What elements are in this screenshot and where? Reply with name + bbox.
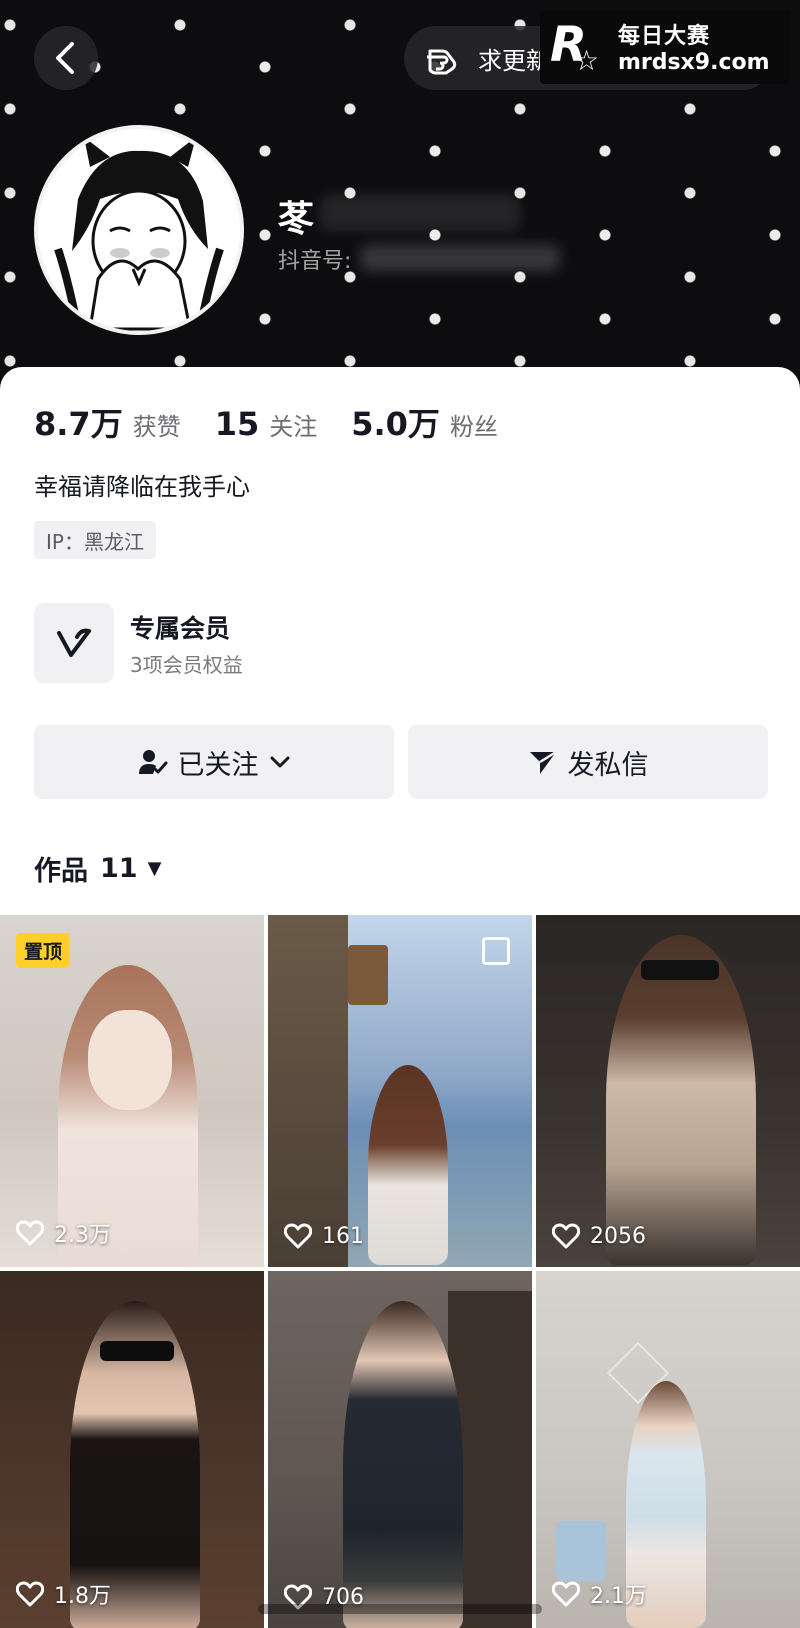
following-button-label: 已关注 — [177, 749, 259, 781]
stat-label: 粉丝 — [449, 413, 498, 441]
profile-card: 8.7万 获赞 15 关注 5.0万 粉丝 幸福请降临在我手心 IP：黑龙江 专… — [0, 367, 800, 920]
heart-icon — [16, 1581, 44, 1607]
video-thumbnail[interactable]: 706 — [268, 1271, 532, 1628]
works-tab[interactable]: 作品 11 ▼ — [34, 849, 161, 888]
like-count: 1.8万 — [16, 1578, 111, 1610]
membership-subtitle: 3项会员权益 — [130, 653, 243, 677]
avatar-illustration — [38, 129, 240, 331]
membership-title: 专属会员 — [130, 614, 231, 643]
video-thumbnail[interactable]: 2.1万 — [536, 1271, 800, 1628]
thumbnail-figure — [606, 935, 756, 1265]
caret-down-icon: ▼ — [147, 858, 162, 879]
send-message-label: 发私信 — [567, 749, 649, 781]
send-message-button[interactable]: 发私信 — [408, 725, 768, 799]
send-icon — [529, 750, 557, 774]
thumbnail-face — [88, 1010, 172, 1110]
user-check-icon — [138, 750, 167, 774]
bio-text: 幸福请降临在我手心 — [34, 473, 250, 501]
thumbnail-window-frame — [268, 915, 348, 1267]
thumbnail-figure — [368, 1065, 448, 1265]
stat-value: 15 — [214, 405, 260, 443]
like-count: 2056 — [552, 1223, 646, 1249]
nickname: 苳 — [278, 199, 315, 240]
multi-image-icon — [482, 937, 510, 965]
pinned-badge: 置顶 — [16, 933, 71, 968]
home-indicator[interactable] — [258, 1604, 542, 1614]
video-thumbnail[interactable]: 1.8万 — [0, 1271, 264, 1628]
watermark-url: mrdsx9.com — [618, 50, 770, 75]
douyin-id-label: 抖音号: — [278, 249, 352, 274]
like-count-value: 1.8万 — [54, 1584, 111, 1609]
watermark-text: 每日大赛 — [618, 24, 711, 49]
avatar[interactable] — [34, 125, 244, 335]
ip-location-tag: IP：黑龙江 — [34, 521, 156, 559]
stat-following[interactable]: 15 关注 — [215, 405, 318, 443]
douyin-id-obscured — [360, 245, 560, 271]
thumbnail-blindfold — [641, 960, 719, 980]
thumbnail-blindfold — [100, 1341, 174, 1361]
stat-value: 8.7万 — [34, 405, 123, 443]
hand-point-icon — [427, 49, 457, 75]
chevron-left-icon — [56, 42, 74, 74]
like-count: 2.1万 — [552, 1578, 647, 1610]
like-count-value: 2.1万 — [590, 1584, 647, 1609]
heart-icon — [552, 1581, 580, 1607]
thumbnail-figure — [343, 1301, 463, 1628]
video-thumbnail[interactable]: 2056 — [536, 915, 800, 1267]
vip-v-icon — [34, 603, 114, 683]
heart-icon — [16, 1220, 44, 1246]
stats-row: 8.7万 获赞 15 关注 5.0万 粉丝 — [34, 399, 532, 445]
thumbnail-lantern — [348, 945, 388, 1005]
works-count: 11 — [100, 853, 138, 884]
stat-likes[interactable]: 8.7万 获赞 — [34, 399, 181, 445]
like-count: 161 — [284, 1223, 364, 1249]
thumbnail-side-object — [556, 1521, 606, 1581]
like-count: 2.3万 — [16, 1217, 111, 1249]
following-button[interactable]: 已关注 — [34, 725, 394, 799]
like-count-value: 161 — [322, 1223, 364, 1249]
watermark-logo: R ☆ 每日大赛 mrdsx9.com — [540, 10, 790, 84]
stat-label: 获赞 — [132, 413, 181, 441]
membership-entry[interactable]: 专属会员 3项会员权益 — [34, 603, 454, 687]
video-grid: 置顶 2.3万 161 2056 1.8万 706 2.1万 — [0, 915, 800, 1628]
chevron-down-icon — [270, 756, 289, 768]
video-thumbnail[interactable]: 161 — [268, 915, 532, 1267]
stat-label: 关注 — [269, 413, 318, 441]
back-button[interactable] — [34, 26, 98, 90]
nickname-obscured — [320, 195, 520, 231]
stat-followers[interactable]: 5.0万 粉丝 — [351, 399, 498, 445]
star-icon: ☆ — [574, 44, 600, 77]
stat-value: 5.0万 — [351, 405, 440, 443]
video-thumbnail[interactable]: 置顶 2.3万 — [0, 915, 264, 1267]
heart-icon — [552, 1223, 580, 1249]
heart-icon — [284, 1223, 312, 1249]
profile-header: 求更新 R ☆ 每日大赛 mrdsx9.com 苳 抖音号: — [0, 0, 800, 380]
works-tab-label: 作品 — [34, 856, 88, 887]
like-count-value: 2.3万 — [54, 1223, 111, 1248]
like-count-value: 2056 — [590, 1223, 646, 1249]
